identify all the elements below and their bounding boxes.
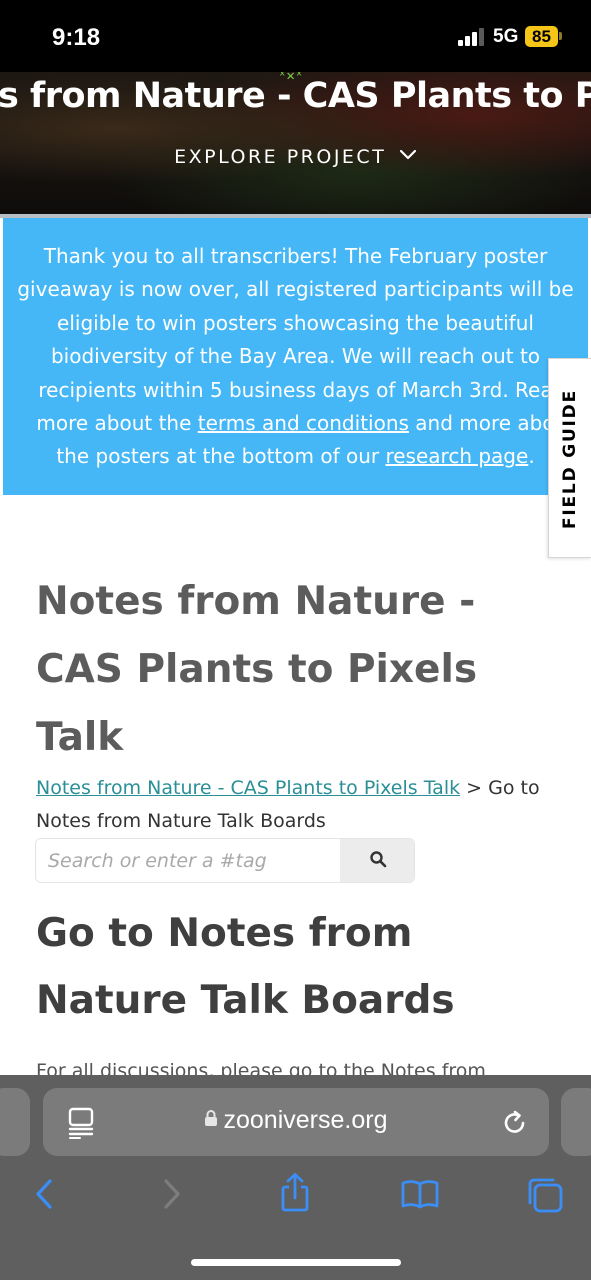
reload-icon[interactable]	[502, 1108, 528, 1140]
battery-icon: 85	[525, 26, 558, 47]
back-arrow-icon[interactable]	[34, 1178, 54, 1214]
talk-search	[35, 838, 415, 883]
breadcrumb-link[interactable]: Notes from Nature - CAS Plants to Pixels…	[36, 777, 460, 799]
page-title: Notes from Nature - CAS Plants to Pixels…	[36, 579, 478, 760]
research-page-link[interactable]: research page	[385, 444, 528, 468]
field-guide-label: FIELD GUIDE	[560, 388, 580, 530]
bookmarks-icon[interactable]	[400, 1178, 440, 1214]
status-bar: 9:18 5G 85	[0, 0, 591, 72]
signal-strength-icon	[458, 28, 486, 46]
status-time: 9:18	[52, 24, 101, 51]
magnifier-icon	[369, 850, 387, 872]
home-indicator[interactable]	[191, 1259, 401, 1266]
tabs-icon[interactable]	[526, 1176, 564, 1218]
chevron-down-icon	[399, 144, 417, 166]
board-title: Go to Notes from Nature Talk Boards	[36, 911, 455, 1023]
announcement-text-part: the posters at the bottom of our	[56, 444, 386, 469]
network-type: 5G	[493, 26, 519, 47]
search-button[interactable]	[340, 839, 414, 882]
breadcrumb: Notes from Nature - CAS Plants to Pixels…	[36, 772, 556, 838]
search-input[interactable]	[36, 839, 340, 882]
share-icon[interactable]	[279, 1172, 311, 1218]
breadcrumb-separator: >	[460, 777, 489, 799]
announcement-text-part: more about the	[36, 411, 198, 436]
battery-tip	[559, 32, 562, 40]
project-header: ˣ✕ˣ s from Nature - CAS Plants to Pixe E…	[0, 72, 591, 214]
terms-link[interactable]: terms and conditions	[198, 411, 409, 435]
field-guide-tab[interactable]: FIELD GUIDE	[548, 358, 591, 558]
url-text: zooniverse.org	[223, 1106, 388, 1134]
announcement-banner: Thank you to all transcribers! The Febru…	[3, 218, 588, 495]
announcement-text-part: and more abo	[408, 411, 555, 436]
announcement-text-part: Thank you to all transcribers! The Febru…	[17, 244, 574, 402]
explore-project-menu[interactable]: EXPLORE PROJECT	[0, 146, 591, 168]
explore-project-label: EXPLORE PROJECT	[174, 146, 387, 168]
lock-icon	[204, 1105, 218, 1134]
announcement-text-part: .	[528, 444, 535, 469]
announcement-text: Thank you to all transcribers! The Febru…	[3, 240, 588, 474]
project-title[interactable]: s from Nature - CAS Plants to Pixe	[0, 76, 591, 116]
forward-arrow-icon[interactable]	[162, 1178, 182, 1214]
